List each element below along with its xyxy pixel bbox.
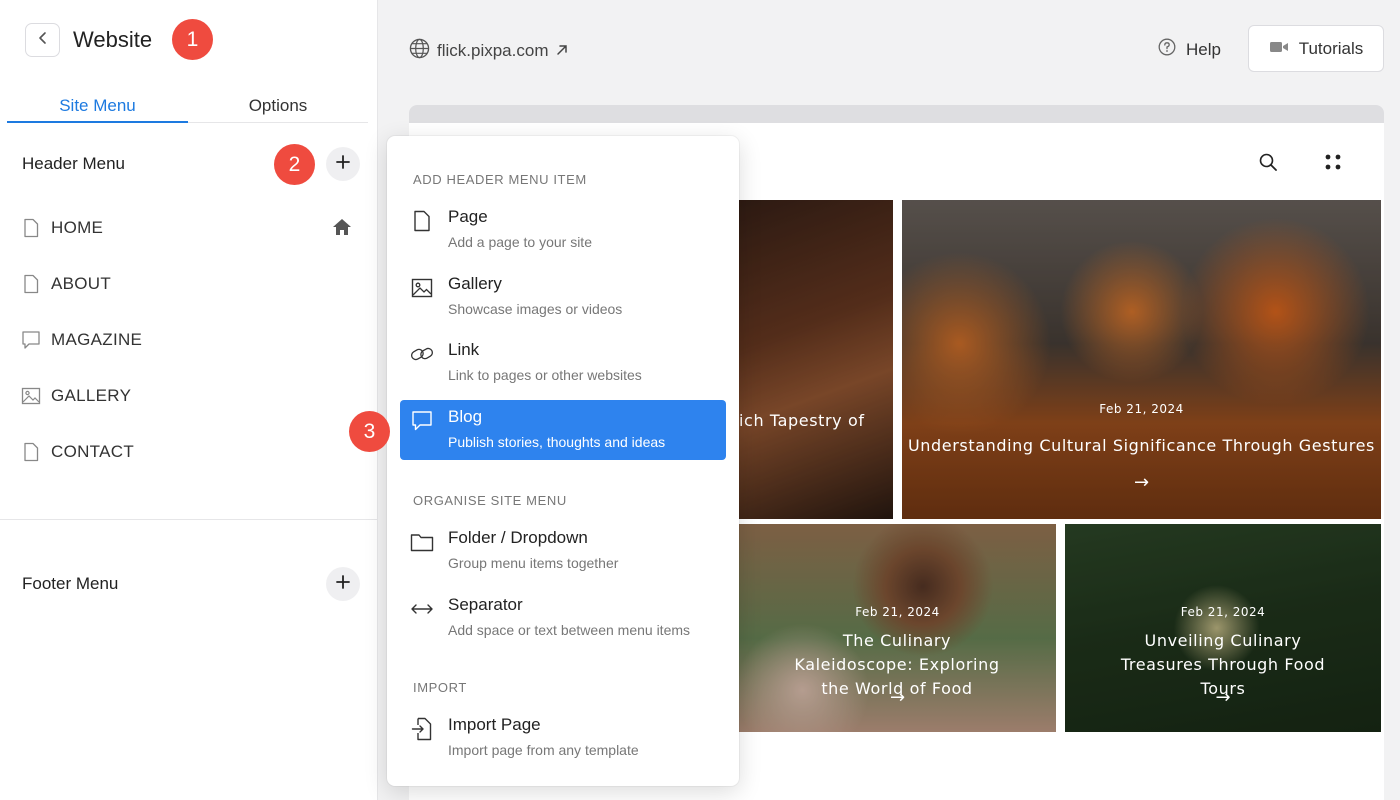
site-url-link[interactable]: flick.pixpa.com	[409, 38, 568, 64]
home-icon	[332, 218, 352, 241]
blog-card[interactable]: Feb 21, 2024 The Culinary Kaleidoscope: …	[739, 524, 1056, 732]
option-subtitle: Add space or text between menu items	[448, 622, 691, 638]
sidebar-item-gallery[interactable]: GALLERY	[20, 378, 365, 414]
option-title: Import Page	[448, 715, 541, 734]
step-marker-2: 2	[274, 144, 315, 185]
section-heading: ORGANISE SITE MENU	[413, 493, 567, 508]
blog-card[interactable]: Feb 21, 2024 Understanding Cultural Sign…	[902, 200, 1381, 519]
sidebar-topbar: Website 1	[0, 0, 378, 80]
header-menu-title: Header Menu	[22, 154, 126, 173]
blog-icon	[20, 329, 42, 351]
page-icon	[20, 441, 42, 463]
page-title: Website	[73, 27, 153, 52]
sidebar-item-label: MAGAZINE	[51, 330, 143, 349]
separator-icon	[410, 597, 434, 621]
menu-option-gallery[interactable]: Gallery Showcase images or videos	[400, 267, 726, 327]
option-title: Page	[448, 207, 488, 226]
grid-menu-icon[interactable]	[1323, 152, 1343, 177]
arrow-right-icon[interactable]: →	[902, 472, 1381, 493]
option-title: Folder / Dropdown	[448, 528, 588, 547]
tab-options[interactable]: Options	[188, 92, 368, 123]
footer-menu-title: Footer Menu	[22, 574, 119, 593]
site-url: flick.pixpa.com	[437, 41, 549, 60]
page-icon	[20, 217, 42, 239]
gallery-icon	[410, 276, 434, 300]
chevron-left-icon	[36, 31, 50, 50]
menu-option-separator[interactable]: Separator Add space or text between menu…	[400, 588, 726, 648]
option-title: Gallery	[448, 274, 502, 293]
option-title: Separator	[448, 595, 523, 614]
add-menu-item-dropdown: ADD HEADER MENU ITEM Page Add a page to …	[387, 136, 739, 786]
section-heading: IMPORT	[413, 680, 467, 695]
card-overlay	[739, 200, 893, 519]
folder-icon	[410, 530, 434, 554]
sidebar-item-label: ABOUT	[51, 274, 112, 293]
step-marker-1: 1	[172, 19, 213, 60]
card-title: Understanding Cultural Significance Thro…	[908, 436, 1375, 455]
preview-browser-bar	[409, 105, 1384, 123]
gallery-icon	[20, 385, 42, 407]
menu-option-folder[interactable]: Folder / Dropdown Group menu items toget…	[400, 521, 726, 581]
blog-card[interactable]: ich Tapestry of	[739, 200, 893, 519]
tutorials-label: Tutorials	[1298, 38, 1364, 58]
arrow-right-icon[interactable]: →	[739, 687, 1056, 708]
import-icon	[410, 717, 434, 741]
external-link-icon	[556, 41, 568, 61]
search-icon[interactable]	[1258, 152, 1278, 177]
add-footer-menu-item-button[interactable]	[326, 567, 360, 601]
sidebar-item-home[interactable]: HOME	[20, 210, 365, 246]
sidebar-item-contact[interactable]: CONTACT	[20, 434, 365, 470]
tab-site-menu[interactable]: Site Menu	[7, 92, 188, 123]
tutorials-button[interactable]: Tutorials	[1248, 25, 1384, 72]
sidebar-item-label: GALLERY	[51, 386, 132, 405]
blog-icon	[410, 409, 434, 433]
section-heading: ADD HEADER MENU ITEM	[413, 172, 587, 187]
menu-option-link[interactable]: Link Link to pages or other websites	[400, 333, 726, 393]
option-subtitle: Import page from any template	[448, 742, 639, 758]
plus-icon	[335, 574, 351, 595]
option-subtitle: Link to pages or other websites	[448, 367, 642, 383]
option-subtitle: Showcase images or videos	[448, 301, 623, 317]
menu-option-import-page[interactable]: Import Page Import page from any templat…	[400, 708, 726, 768]
sidebar-item-magazine[interactable]: MAGAZINE	[20, 322, 365, 358]
sidebar-item-label: HOME	[51, 218, 104, 237]
globe-icon	[409, 38, 430, 64]
step-marker-3: 3	[349, 411, 390, 452]
blog-card[interactable]: Feb 21, 2024 Unveiling Culinary Treasure…	[1065, 524, 1381, 732]
card-date: Feb 21, 2024	[855, 605, 940, 619]
menu-option-blog[interactable]: Blog Publish stories, thoughts and ideas	[400, 400, 726, 460]
card-date: Feb 21, 2024	[1180, 605, 1266, 619]
sidebar-item-about[interactable]: ABOUT	[20, 266, 365, 302]
card-date: Feb 21, 2024	[1099, 402, 1184, 416]
sidebar-item-label: CONTACT	[51, 442, 134, 461]
option-title: Link	[448, 340, 480, 359]
sidebar: Website 1 Site Menu Options Header Menu …	[0, 0, 378, 800]
card-title: ich Tapestry of	[739, 411, 865, 430]
link-icon	[410, 342, 434, 366]
plus-icon	[335, 154, 351, 175]
back-button[interactable]	[25, 23, 60, 57]
menu-option-page[interactable]: Page Add a page to your site	[400, 200, 726, 260]
option-subtitle: Publish stories, thoughts and ideas	[448, 434, 666, 450]
video-camera-icon	[1269, 39, 1289, 59]
question-circle-icon	[1158, 38, 1176, 61]
page-icon	[410, 209, 434, 233]
arrow-right-icon[interactable]: →	[1065, 687, 1381, 708]
page-icon	[20, 273, 42, 295]
section-divider	[0, 519, 378, 520]
option-subtitle: Add a page to your site	[448, 234, 592, 250]
sidebar-tabs: Site Menu Options	[7, 92, 368, 123]
option-subtitle: Group menu items together	[448, 555, 619, 571]
help-button[interactable]: Help	[1158, 38, 1221, 61]
add-header-menu-item-button[interactable]	[326, 147, 360, 181]
help-label: Help	[1186, 39, 1221, 59]
option-title: Blog	[448, 407, 483, 426]
